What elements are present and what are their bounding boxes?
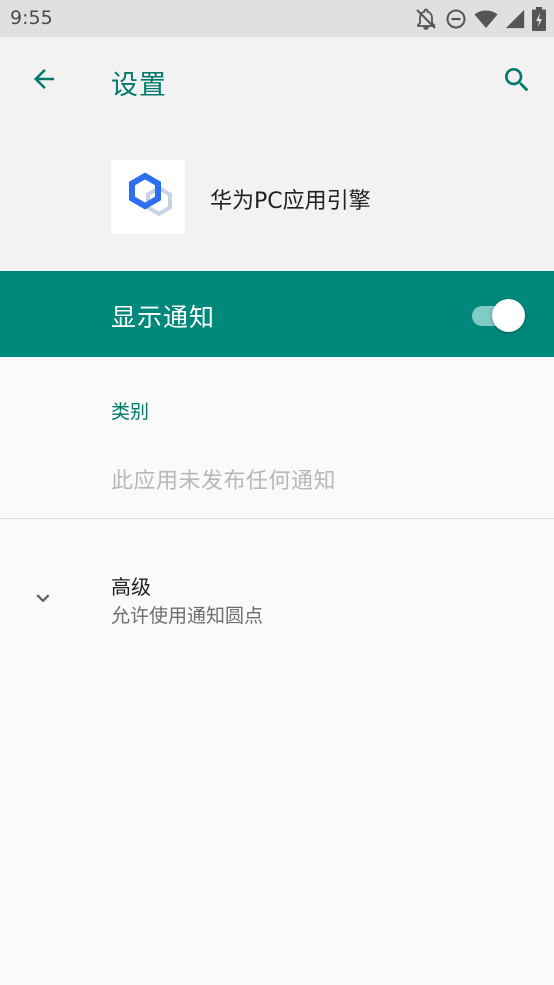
show-notifications-row[interactable]: 显示通知 [0,271,554,357]
category-empty-text: 此应用未发布任何通知 [111,469,337,494]
wifi-icon [474,7,498,31]
advanced-title: 高级 [111,575,151,599]
divider [0,518,554,519]
advanced-expander[interactable]: 高级 允许使用通知圆点 [0,545,554,645]
show-notifications-label: 显示通知 [111,303,216,332]
status-icons [414,7,546,31]
app-name: 华为PC应用引擎 [210,189,371,214]
notifications-off-icon [414,7,438,31]
category-section-header: 类别 [111,401,150,423]
back-button[interactable] [18,59,70,103]
cell-signal-icon [504,8,526,30]
chevron-down-icon [30,585,56,611]
search-icon [501,64,533,100]
page-title: 设置 [111,70,167,101]
settings-screen: 9:55 设置 华为PC应用引擎 显示通知 类别 此应用未发布任何通知 高级 允… [0,0,554,985]
show-notifications-toggle[interactable] [472,298,526,332]
status-bar: 9:55 [0,0,554,37]
hexagon-logo-icon [119,166,177,228]
battery-charging-icon [532,7,546,31]
arrow-back-icon [29,64,59,98]
app-icon [111,160,185,234]
do-not-disturb-icon [444,7,468,31]
app-header: 设置 华为PC应用引擎 [0,37,554,271]
toggle-thumb [492,299,525,332]
advanced-subtitle: 允许使用通知圆点 [111,605,264,627]
search-button[interactable] [494,59,540,105]
status-time: 9:55 [10,7,53,29]
